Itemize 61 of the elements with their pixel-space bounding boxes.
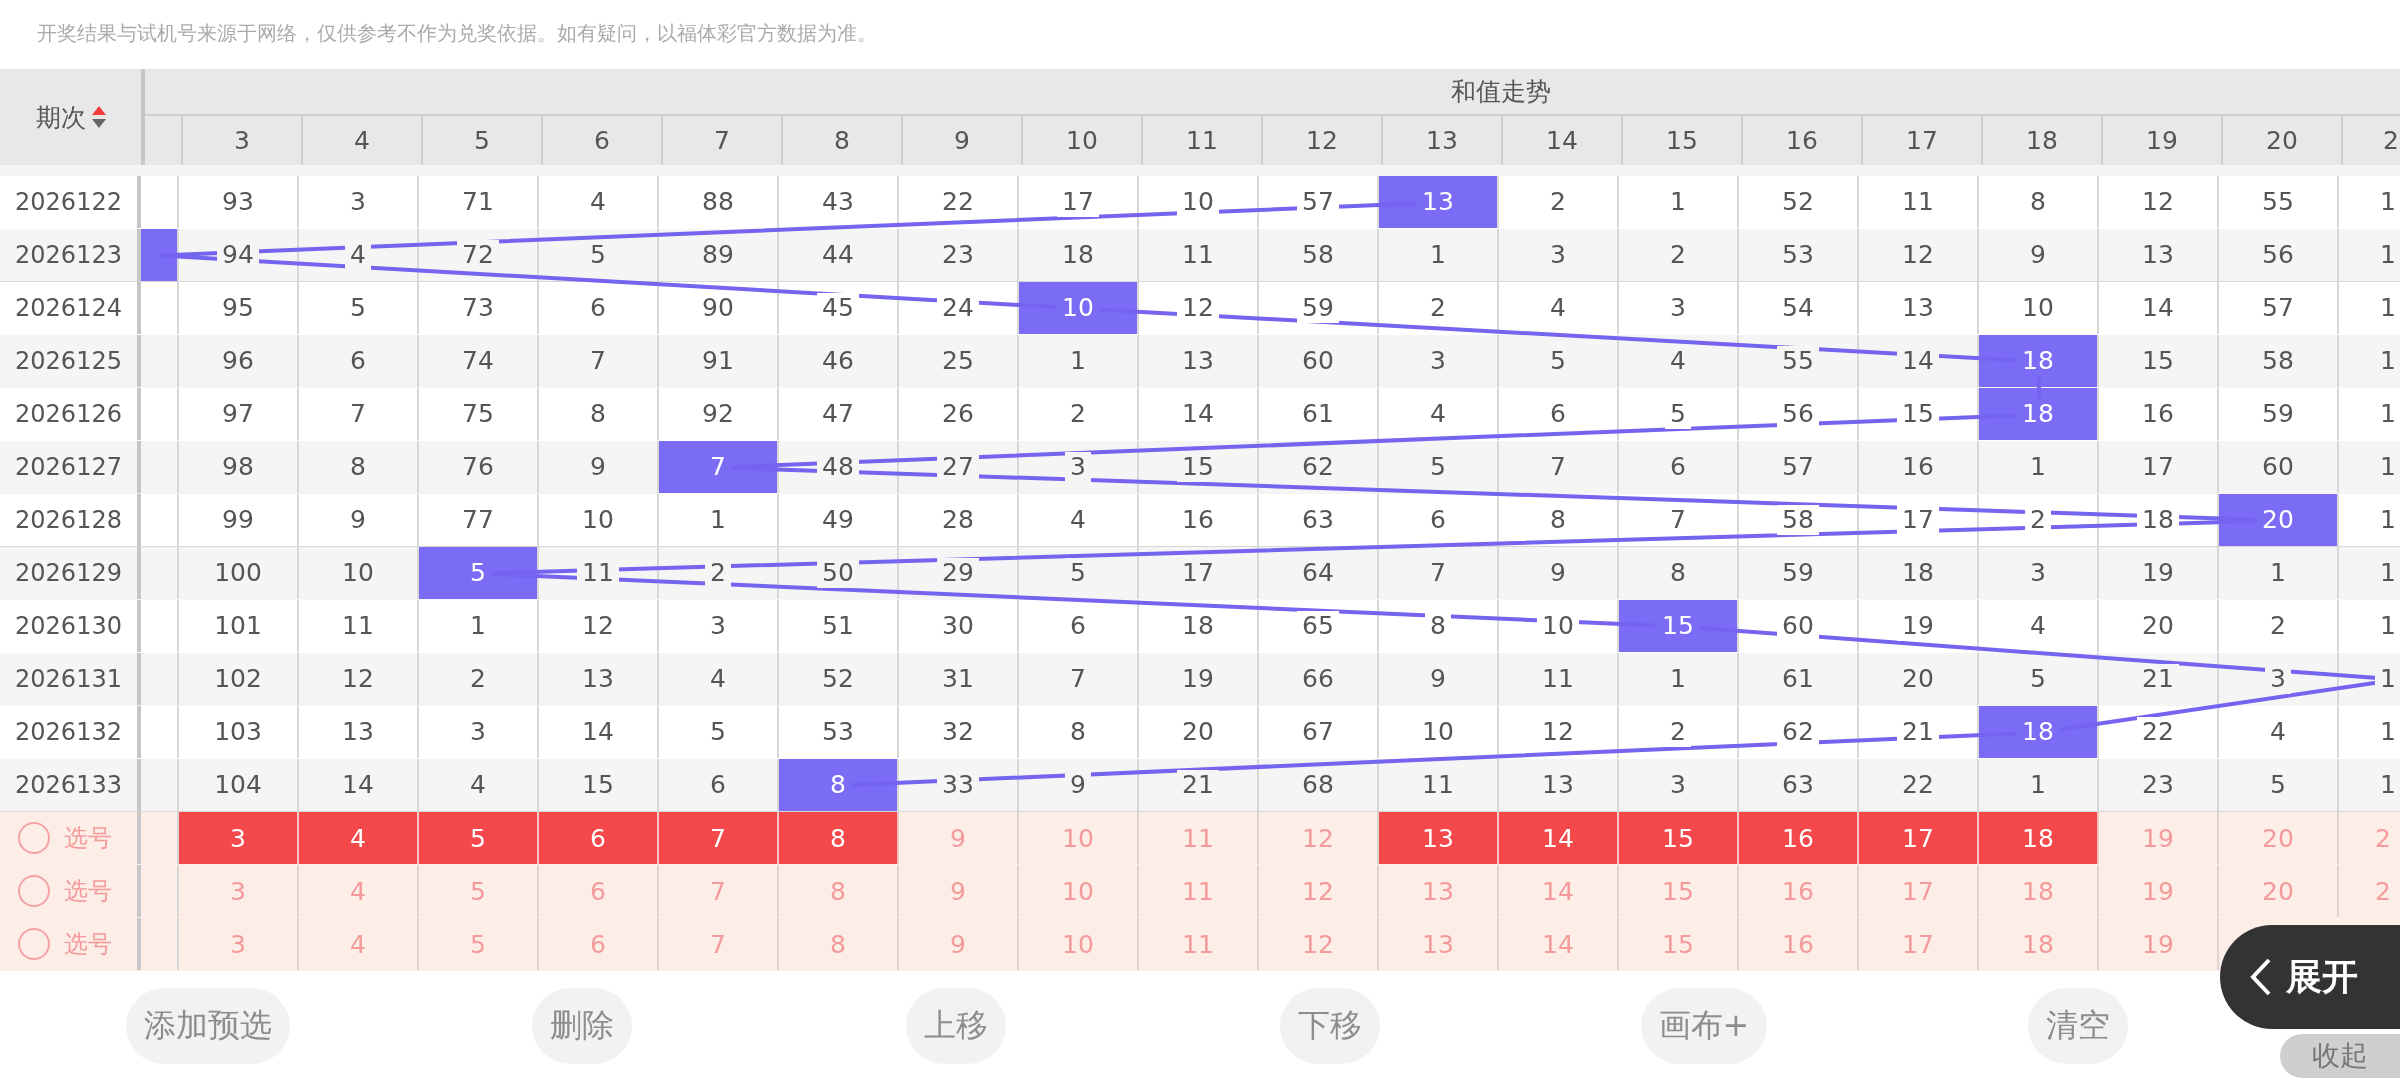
- action-button[interactable]: 下移: [1280, 988, 1380, 1064]
- radio-button[interactable]: [18, 875, 50, 907]
- hit-cell: 18: [1979, 706, 2099, 758]
- number-chip[interactable]: 14: [1499, 918, 1619, 970]
- hit-cell: 10: [1019, 282, 1139, 334]
- hit-cell: 18: [1979, 335, 2099, 387]
- number-chip[interactable]: 14: [1499, 812, 1619, 864]
- hit-cell: 8: [779, 759, 899, 811]
- radio-button[interactable]: [18, 928, 50, 960]
- pick-label[interactable]: 选号: [64, 928, 112, 960]
- action-button[interactable]: 删除: [532, 988, 632, 1064]
- radio-button[interactable]: [18, 822, 50, 854]
- chevron-left-icon: [2250, 958, 2272, 996]
- number-chip[interactable]: 7: [659, 918, 779, 970]
- collapse-button[interactable]: 收起: [2280, 1034, 2400, 1078]
- number-chip[interactable]: 3: [179, 918, 299, 970]
- number-chip[interactable]: 17: [1859, 918, 1979, 970]
- number-chip[interactable]: 18: [1979, 918, 2099, 970]
- number-chip[interactable]: 12: [1259, 918, 1379, 970]
- sort-icon[interactable]: [91, 106, 106, 128]
- hit-cell: 20: [2219, 494, 2339, 546]
- action-button[interactable]: 画布+: [1640, 988, 1768, 1064]
- hit-cell: 13: [1379, 176, 1499, 228]
- number-chip[interactable]: 19: [2099, 918, 2219, 970]
- hit-cell: 7: [659, 441, 779, 493]
- group-header: 和值走势: [1451, 76, 1551, 108]
- number-chip[interactable]: 15: [1619, 812, 1739, 864]
- expand-button[interactable]: 展开: [2220, 925, 2400, 1029]
- hit-cell: 5: [419, 547, 539, 599]
- number-chip[interactable]: 16: [1739, 918, 1859, 970]
- hit-cell: 18: [1979, 388, 2099, 440]
- number-chip[interactable]: 4: [299, 812, 419, 864]
- number-chip[interactable]: 11: [1139, 918, 1259, 970]
- hit-cell: 15: [1619, 600, 1739, 652]
- pick-label[interactable]: 选号: [64, 875, 112, 907]
- number-chip[interactable]: 5: [419, 918, 539, 970]
- number-chip[interactable]: 2: [2339, 865, 2396, 917]
- number-chip[interactable]: 2: [2339, 812, 2396, 864]
- number-chip[interactable]: 7: [659, 812, 779, 864]
- number-chip[interactable]: 6: [539, 812, 659, 864]
- number-chip[interactable]: 13: [1379, 918, 1499, 970]
- disclaimer-text: 开奖结果与试机号来源于网络，仅供参考不作为兑奖依据。如有疑问，以福体彩官方数据为准。: [36, 20, 878, 47]
- action-button[interactable]: 清空: [2028, 988, 2128, 1064]
- number-chip[interactable]: 10: [1019, 918, 1139, 970]
- number-chip[interactable]: 13: [1379, 812, 1499, 864]
- number-chip[interactable]: 15: [1619, 918, 1739, 970]
- number-chip[interactable]: 5: [419, 812, 539, 864]
- number-chip[interactable]: 17: [1859, 812, 1979, 864]
- column-header: 2: [2382, 125, 2400, 157]
- issue-header[interactable]: 期次: [35, 100, 86, 134]
- number-chip[interactable]: 6: [539, 918, 659, 970]
- action-button[interactable]: 上移: [906, 988, 1006, 1064]
- number-chip[interactable]: 18: [1979, 812, 2099, 864]
- number-chip[interactable]: 16: [1739, 812, 1859, 864]
- number-chip[interactable]: 8: [779, 812, 899, 864]
- number-chip[interactable]: 4: [299, 918, 419, 970]
- number-chip[interactable]: 3: [179, 812, 299, 864]
- number-chip[interactable]: 9: [899, 918, 1019, 970]
- pick-label[interactable]: 选号: [64, 822, 112, 854]
- action-button[interactable]: 添加预选: [126, 988, 290, 1064]
- number-chip[interactable]: 8: [779, 918, 899, 970]
